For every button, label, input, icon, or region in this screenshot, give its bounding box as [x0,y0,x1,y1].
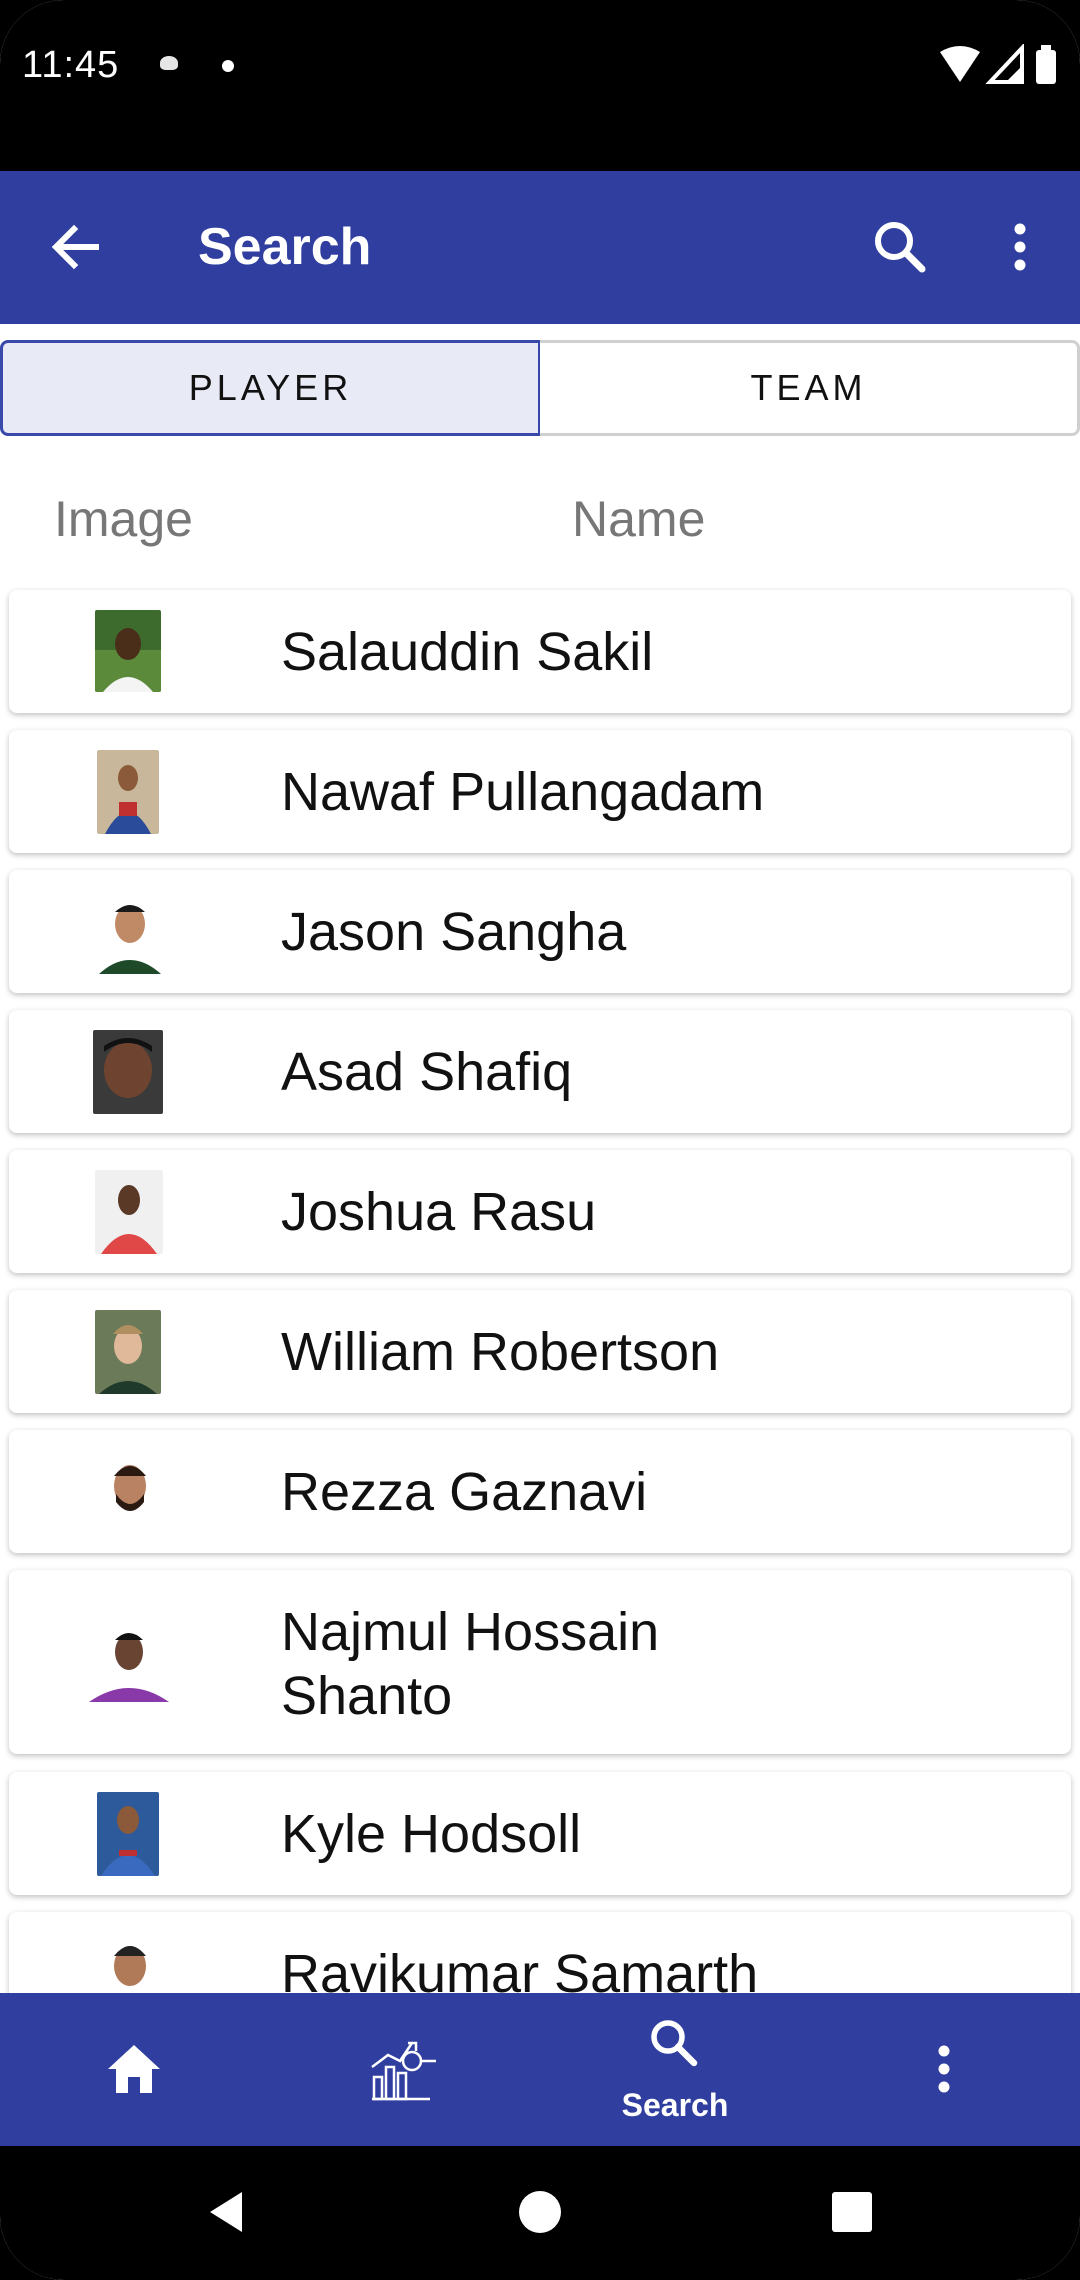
column-header-name: Name [572,491,706,547]
list-item[interactable]: Kyle Hodsoll [9,1772,1071,1895]
player-name: Joshua Rasu [281,1182,597,1242]
player-name: Najmul Hossain [281,1602,660,1662]
more-vert-icon [938,2045,950,2093]
list-item[interactable]: Najmul Hossain Shanto [9,1570,1071,1754]
search-icon[interactable] [868,215,932,279]
player-name: Salauddin Sakil [281,622,654,682]
app-bar: Search [0,171,1080,324]
list-item[interactable]: William Robertson [9,1290,1071,1413]
recents-square-icon[interactable] [826,2186,878,2238]
player-name: William Robertson [281,1322,720,1382]
player-name-line2: Shanto [281,1666,453,1726]
player-avatar [95,890,165,974]
nav-search-label: Search [621,2087,729,2123]
notification-icon [160,56,178,70]
player-avatar [95,1450,165,1534]
bottom-navigation: Search [0,1993,1080,2146]
search-type-toggle: PLAYER TEAM [0,340,1080,440]
player-avatar [93,1030,163,1114]
player-avatar [95,1310,161,1394]
player-name: Rezza Gaznavi [281,1462,648,1522]
back-arrow-icon[interactable] [44,215,108,279]
player-name: Ravikumar Samarth [281,1944,759,1993]
screen: 11:45 Search PLAYER TEAM Image Name Sala… [0,0,1080,2280]
player-avatar [97,1792,159,1876]
player-avatar [95,1170,163,1254]
search-icon [651,2020,698,2067]
list-item[interactable]: Rezza Gaznavi [9,1430,1071,1553]
battery-icon [1036,50,1056,84]
list-item[interactable]: Salauddin Sakil [9,590,1071,713]
player-avatar [95,610,161,692]
tab-team[interactable]: TEAM [540,340,1080,436]
player-avatar [101,1932,159,1993]
notification-dot-icon [222,60,234,72]
home-icon [108,2045,160,2093]
page-title: Search [198,218,372,276]
player-name: Asad Shafiq [281,1042,573,1102]
player-list[interactable]: Salauddin Sakil Nawaf Pullangadam Jason … [0,580,1080,1993]
list-item[interactable]: Jason Sangha [9,870,1071,993]
back-triangle-icon[interactable] [200,2186,252,2238]
player-name: Jason Sangha [281,902,627,962]
nav-search[interactable]: Search [600,1993,750,2146]
system-navigation-bar [0,2146,1080,2280]
status-icons [940,44,1056,84]
player-avatar [87,1622,171,1702]
nav-stats[interactable] [360,1993,450,2146]
nav-home[interactable] [90,1993,180,2146]
stats-icon [371,2041,436,2101]
nav-more[interactable] [900,1993,990,2146]
status-bar: 11:45 [0,0,1080,171]
wifi-icon [940,46,980,82]
player-name: Kyle Hodsoll [281,1804,582,1864]
column-header-image: Image [54,491,193,547]
tab-player[interactable]: PLAYER [0,340,541,436]
status-time: 11:45 [22,44,120,86]
list-item[interactable]: Asad Shafiq [9,1010,1071,1133]
list-item[interactable]: Nawaf Pullangadam [9,730,1071,853]
list-item[interactable]: Ravikumar Samarth [9,1912,1071,1993]
list-item[interactable]: Joshua Rasu [9,1150,1071,1273]
player-avatar [97,750,159,834]
home-circle-icon[interactable] [514,2186,566,2238]
more-vert-icon[interactable] [988,215,1052,279]
player-name: Nawaf Pullangadam [281,762,765,822]
